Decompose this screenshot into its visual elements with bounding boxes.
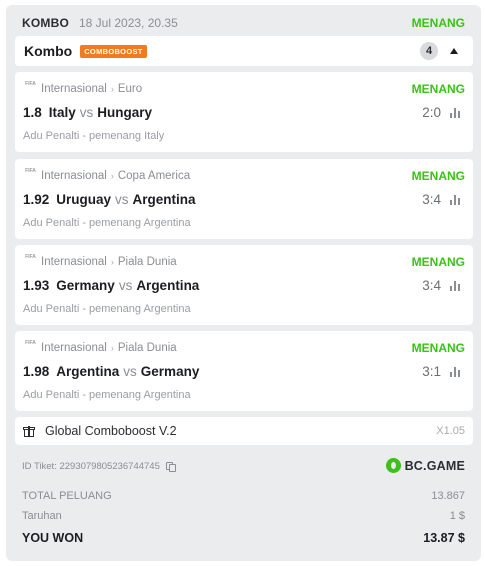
- brand-name: BC.GAME: [404, 458, 465, 473]
- match-status: MENANG: [411, 82, 465, 96]
- selection-count: 4: [420, 42, 438, 60]
- league-category: Internasional: [41, 169, 107, 182]
- match-league: FIFA Internasional › Piala Dunia: [23, 341, 177, 354]
- match-status: MENANG: [411, 255, 465, 269]
- league-category: Internasional: [41, 341, 107, 354]
- match-odds: 1.8: [23, 105, 42, 120]
- stats-icon[interactable]: [450, 108, 461, 118]
- match-odds: 1.93: [23, 278, 50, 293]
- bcgame-logo-icon: [385, 458, 401, 473]
- chevron-right-icon: ›: [110, 256, 114, 267]
- boost-multiplier: X1.05: [436, 425, 465, 437]
- away-team: Germany: [140, 364, 200, 379]
- total-odds-value: 13.867: [431, 490, 465, 502]
- stats-icon[interactable]: [450, 367, 461, 377]
- match-status: MENANG: [411, 341, 465, 355]
- match-card: FIFA Internasional › Copa America MENANG…: [15, 159, 473, 239]
- match-line: 1.93 Germany vs Argentina: [23, 278, 199, 293]
- match-card: FIFA Internasional › Piala Dunia MENANG …: [15, 245, 473, 325]
- chevron-up-icon[interactable]: [450, 48, 458, 54]
- home-team: Germany: [56, 278, 115, 293]
- vs-label: vs: [115, 192, 129, 207]
- stats-icon[interactable]: [450, 195, 461, 205]
- league-category: Internasional: [41, 82, 107, 95]
- match-score: 3:4: [422, 192, 441, 207]
- vs-label: vs: [79, 105, 94, 120]
- comboboost-row: Global Comboboost V.2 X1.05: [15, 417, 473, 445]
- payout-label: YOU WON: [22, 531, 84, 545]
- bet-date: 18 Jul 2023, 20.35: [79, 16, 178, 30]
- match-league: FIFA Internasional › Piala Dunia: [23, 255, 177, 268]
- league-name: Copa America: [117, 169, 191, 182]
- total-odds-label: TOTAL PELUANG: [22, 490, 112, 502]
- fifa-icon: FIFA: [25, 254, 36, 260]
- match-odds: 1.92: [23, 192, 50, 207]
- match-score: 3:1: [422, 364, 441, 379]
- away-team: Argentina: [132, 192, 196, 207]
- stake-value: 1 $: [449, 510, 465, 522]
- match-market: Adu Penalti - pemenang Argentina: [23, 217, 191, 229]
- league-name: Piala Dunia: [117, 255, 177, 268]
- match-league: FIFA Internasional › Copa America: [23, 169, 190, 182]
- home-team: Argentina: [56, 364, 120, 379]
- away-team: Hungary: [97, 105, 153, 120]
- away-team: Argentina: [136, 278, 200, 293]
- payout-value: 13.87 $: [423, 531, 465, 545]
- ticket-status: MENANG: [411, 16, 465, 30]
- kombo-title: Kombo: [24, 43, 73, 59]
- home-team: Uruguay: [56, 192, 112, 207]
- match-market: Adu Penalti - pemenang Argentina: [23, 389, 191, 401]
- match-odds: 1.98: [23, 364, 50, 379]
- boost-name: Global Comboboost V.2: [45, 424, 177, 438]
- chevron-right-icon: ›: [110, 83, 114, 94]
- bet-ticket: KOMBO 18 Jul 2023, 20.35 MENANG Kombo CO…: [6, 5, 481, 561]
- total-odds-row: TOTAL PELUANG 13.867: [22, 490, 465, 502]
- stake-row: Taruhan 1 $: [22, 510, 465, 522]
- match-market: Adu Penalti - pemenang Argentina: [23, 303, 191, 315]
- payout-row: YOU WON 13.87 $: [22, 531, 465, 545]
- fifa-icon: FIFA: [25, 81, 36, 87]
- chevron-right-icon: ›: [110, 342, 114, 353]
- vs-label: vs: [118, 278, 133, 293]
- match-card: FIFA Internasional › Piala Dunia MENANG …: [15, 331, 473, 411]
- match-score: 3:4: [422, 278, 441, 293]
- chevron-right-icon: ›: [110, 170, 114, 181]
- ticket-header: KOMBO 18 Jul 2023, 20.35 MENANG: [22, 13, 465, 33]
- vs-label: vs: [123, 364, 137, 379]
- home-team: Italy: [48, 105, 76, 120]
- bet-type: KOMBO: [22, 16, 69, 30]
- stake-label: Taruhan: [22, 510, 62, 522]
- brand-logo: BC.GAME: [385, 458, 465, 473]
- fifa-icon: FIFA: [25, 340, 36, 346]
- stats-icon[interactable]: [450, 281, 461, 291]
- ticket-id: ID Tiket: 2293079805236744745: [22, 461, 176, 472]
- fifa-icon: FIFA: [25, 168, 36, 174]
- match-line: 1.92 Uruguay vs Argentina: [23, 192, 196, 207]
- copy-icon[interactable]: [165, 461, 176, 472]
- league-name: Euro: [117, 82, 143, 95]
- match-line: 1.98 Argentina vs Germany: [23, 364, 199, 379]
- kombo-toggle[interactable]: Kombo COMBOBOOST 4: [15, 36, 473, 66]
- comboboost-badge: COMBOBOOST: [80, 44, 147, 58]
- match-line: 1.8 Italy vs Hungary: [23, 105, 152, 120]
- match-market: Adu Penalti - pemenang Italy: [23, 130, 165, 142]
- match-league: FIFA Internasional › Euro: [23, 82, 142, 95]
- match-status: MENANG: [411, 169, 465, 183]
- ticket-id-label: ID Tiket: 2293079805236744745: [22, 461, 160, 472]
- match-score: 2:0: [422, 105, 441, 120]
- league-category: Internasional: [41, 255, 107, 268]
- league-name: Piala Dunia: [117, 341, 177, 354]
- match-card: FIFA Internasional › Euro MENANG 1.8 Ita…: [15, 72, 473, 152]
- gift-icon: [23, 425, 35, 437]
